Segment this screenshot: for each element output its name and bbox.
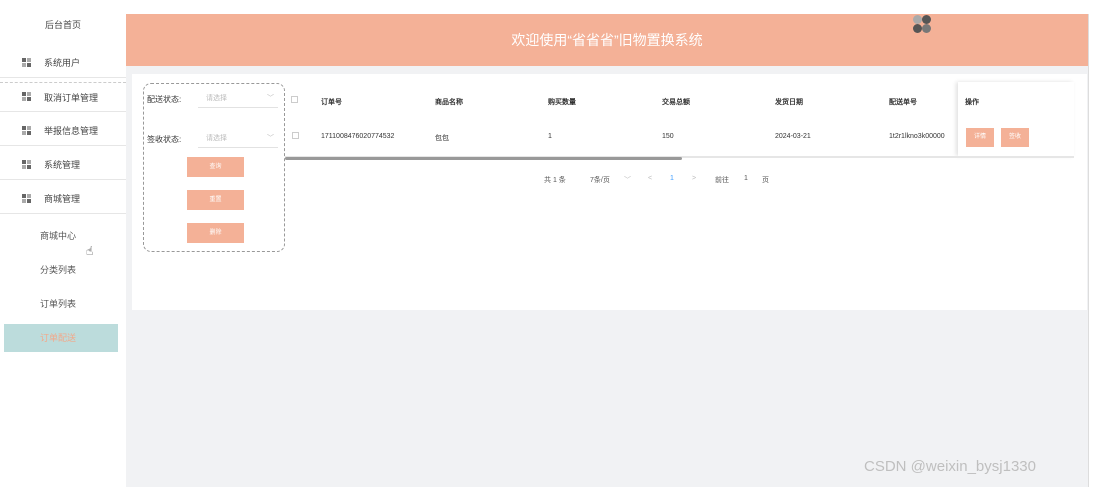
- pagination-goto-label: 前往: [715, 177, 729, 184]
- sidebar-item-system-users[interactable]: 系统用户: [0, 48, 126, 78]
- hand-cursor-icon: ☝: [86, 244, 94, 258]
- pagination-next[interactable]: >: [692, 175, 696, 182]
- col-header-actions: 操作: [965, 99, 979, 106]
- right-border: [1088, 14, 1089, 487]
- sign-status-select[interactable]: 请选择 ﹀: [198, 130, 278, 148]
- pagination-current[interactable]: 1: [670, 175, 674, 182]
- sidebar: 后台首页 系统用户 取消订单管理 举报信息管理 系统管理 商城管理 商城中心 分…: [0, 0, 126, 487]
- delivery-status-label: 配送状态:: [147, 95, 182, 104]
- watermark: CSDN @weixin_bysj1330: [864, 458, 1036, 475]
- chevron-down-icon: ﹀: [267, 135, 274, 142]
- delete-button[interactable]: 删除: [187, 223, 244, 243]
- chevron-down-icon: ﹀: [267, 95, 274, 102]
- col-header-qty: 购买数量: [548, 99, 576, 106]
- col-header-ship-date: 发货日期: [775, 99, 803, 106]
- sidebar-item-cancel-orders[interactable]: 取消订单管理: [0, 82, 126, 112]
- sign-button[interactable]: 签收: [1001, 128, 1029, 147]
- sidebar-item-label: 商城管理: [44, 194, 81, 204]
- grid-icon: [22, 92, 32, 102]
- app-root: 后台首页 系统用户 取消订单管理 举报信息管理 系统管理 商城管理 商城中心 分…: [0, 0, 1105, 487]
- pagination-page-size[interactable]: 7条/页: [590, 175, 610, 185]
- grid-icon: [22, 57, 32, 68]
- sidebar-item-label: 举报信息管理: [44, 126, 99, 136]
- cell-total: 150: [662, 133, 674, 140]
- sign-status-placeholder: 请选择: [206, 135, 227, 142]
- grid-icon: [22, 125, 32, 136]
- col-header-product: 商品名称: [435, 99, 463, 106]
- cell-qty: 1: [548, 133, 552, 140]
- pagination-page-unit: 页: [762, 177, 769, 184]
- pagination-prev[interactable]: <: [648, 175, 652, 182]
- col-header-order-no: 订单号: [321, 99, 342, 106]
- sidebar-item-label: 系统管理: [44, 160, 81, 170]
- grid-icon: [22, 193, 32, 204]
- select-all-checkbox[interactable]: [291, 96, 298, 103]
- reset-button[interactable]: 重置: [187, 190, 244, 210]
- grid-icon: [22, 159, 32, 170]
- avatar[interactable]: [911, 14, 933, 36]
- row-checkbox[interactable]: [292, 132, 299, 139]
- sidebar-item-label: 系统用户: [44, 58, 81, 68]
- submenu-item-category-list[interactable]: 分类列表: [0, 256, 126, 284]
- sidebar-item-reports[interactable]: 举报信息管理: [0, 116, 126, 146]
- cell-ship-date: 2024-03-21: [775, 133, 811, 140]
- cell-order-no: 1711008476020774532: [321, 133, 395, 140]
- col-header-total: 交易总额: [662, 99, 690, 106]
- sign-status-label: 签收状态:: [147, 135, 182, 144]
- sidebar-item-label: 取消订单管理: [44, 92, 99, 103]
- horizontal-scrollbar[interactable]: [285, 157, 682, 160]
- col-header-tracking: 配送单号: [889, 99, 917, 106]
- page-title: 欢迎使用“省省省”旧物置换系统: [511, 32, 703, 48]
- delivery-status-placeholder: 请选择: [206, 95, 227, 102]
- submenu-item-mall-center[interactable]: 商城中心: [0, 222, 126, 250]
- submenu-item-order-delivery[interactable]: 订单配送: [4, 324, 118, 352]
- cell-product: 包包: [435, 135, 449, 142]
- sidebar-item-system-manage[interactable]: 系统管理: [0, 150, 126, 180]
- detail-button[interactable]: 详情: [966, 128, 994, 147]
- delivery-status-select[interactable]: 请选择 ﹀: [198, 90, 278, 108]
- cell-tracking: 1t2r1lkno3k00000: [889, 133, 945, 140]
- pagination-goto-input[interactable]: 1: [744, 175, 748, 182]
- submenu-item-order-list[interactable]: 订单列表: [0, 290, 126, 318]
- sidebar-item-mall-manage[interactable]: 商城管理: [0, 184, 126, 214]
- sidebar-home-link[interactable]: 后台首页: [0, 18, 126, 31]
- query-button[interactable]: 查询: [187, 157, 244, 177]
- filter-panel: 配送状态: 请选择 ﹀ 签收状态: 请选择 ﹀ 查询 重置 删除: [143, 83, 285, 252]
- pagination-total: 共 1 条: [544, 177, 566, 184]
- top-header: 欢迎使用“省省省”旧物置换系统: [126, 14, 1088, 66]
- page-size-chevron-icon[interactable]: ﹀: [624, 175, 631, 185]
